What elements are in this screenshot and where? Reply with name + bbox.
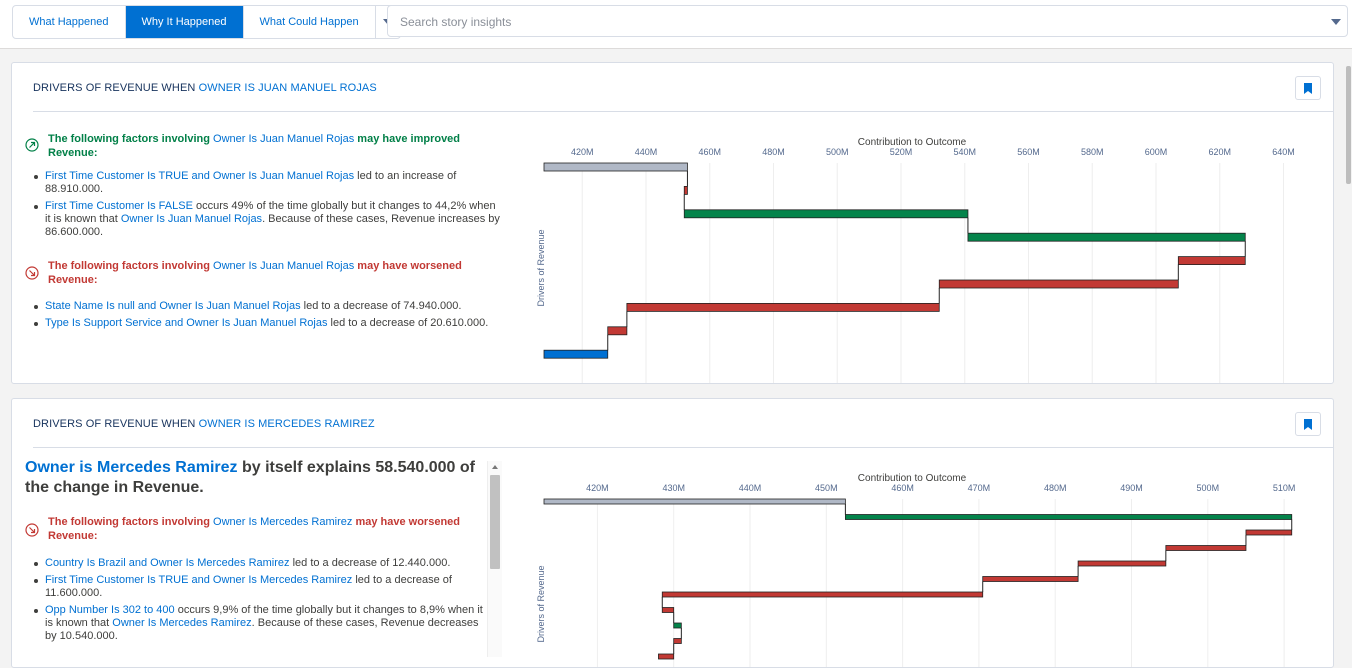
- card-title-highlight[interactable]: OWNER IS MERCEDES RAMIREZ: [199, 418, 375, 430]
- tick-label: 440M: [739, 483, 762, 493]
- waterfall-bar[interactable]: [683, 186, 688, 195]
- waterfall-bar[interactable]: [661, 607, 675, 613]
- waterfall-bar[interactable]: [1165, 545, 1247, 551]
- list-item: First Time Customer Is TRUE and Owner Is…: [34, 170, 500, 196]
- worsened-factors-heading: The following factors involving Owner Is…: [48, 260, 462, 286]
- list-item: First Time Customer Is TRUE and Owner Is…: [34, 574, 492, 600]
- tick-label: 460M: [891, 483, 914, 493]
- trend-down-icon: [25, 266, 39, 280]
- list-item: Opp Number Is 302 to 400 occurs 9,9% of …: [34, 604, 492, 643]
- search-input[interactable]: [398, 14, 1302, 30]
- waterfall-chart: Contribution to OutcomeDrivers of Revenu…: [536, 137, 1295, 383]
- tick-label: 510M: [1273, 483, 1296, 493]
- list-item: Type Is Support Service and Owner Is Jua…: [34, 317, 500, 330]
- waterfall-bar[interactable]: [1245, 529, 1293, 536]
- card-title: DRIVERS OF REVENUE WHEN OWNER IS MERCEDE…: [33, 418, 375, 430]
- waterfall-bar[interactable]: [626, 302, 940, 312]
- waterfall-bar[interactable]: [844, 514, 1293, 520]
- scrollbar-thumb[interactable]: [1346, 66, 1351, 184]
- tick-label: 420M: [586, 483, 609, 493]
- chevron-down-icon[interactable]: [1331, 19, 1341, 25]
- y-axis-label: Drivers of Revenue: [536, 565, 546, 642]
- waterfall-bar[interactable]: [543, 162, 688, 172]
- tick-label: 430M: [662, 483, 685, 493]
- waterfall-bar[interactable]: [982, 576, 1079, 582]
- divider: [33, 111, 1333, 112]
- list-item: Country Is Brazil and Owner Is Mercedes …: [34, 557, 492, 570]
- page-scrollbar[interactable]: [1344, 50, 1352, 654]
- top-toolbar: What Happened Why It Happened What Could…: [0, 0, 1352, 49]
- bookmark-button[interactable]: [1295, 412, 1321, 436]
- bookmark-button[interactable]: [1295, 76, 1321, 100]
- card-title-highlight[interactable]: OWNER IS JUAN MANUEL ROJAS: [199, 82, 377, 94]
- search-box[interactable]: [387, 5, 1348, 37]
- waterfall-bar[interactable]: [1077, 560, 1167, 567]
- waterfall-bar[interactable]: [543, 498, 846, 505]
- tick-label: 520M: [890, 147, 913, 157]
- waterfall-bar[interactable]: [607, 326, 628, 336]
- bookmark-icon: [1304, 83, 1312, 94]
- list-item: First Time Customer Is FALSE occurs 49% …: [34, 200, 500, 238]
- waterfall-bar[interactable]: [683, 209, 969, 219]
- waterfall-bar[interactable]: [673, 622, 682, 629]
- tick-label: 420M: [571, 147, 594, 157]
- tick-label: 640M: [1272, 147, 1295, 157]
- waterfall-bar[interactable]: [661, 591, 984, 598]
- tick-label: 440M: [635, 147, 658, 157]
- tick-label: 500M: [1197, 483, 1220, 493]
- tick-label: 450M: [815, 483, 838, 493]
- bookmark-icon: [1304, 419, 1312, 430]
- tick-label: 560M: [1017, 147, 1040, 157]
- scroll-up-icon[interactable]: [492, 465, 498, 469]
- trend-up-icon: [25, 138, 39, 152]
- waterfall-bar[interactable]: [673, 638, 682, 644]
- list-item: State Name Is null and Owner Is Juan Man…: [34, 300, 500, 313]
- tick-label: 580M: [1081, 147, 1104, 157]
- tab-what-could-happen[interactable]: What Could Happen: [244, 6, 376, 38]
- waterfall-bar[interactable]: [658, 653, 675, 660]
- insight-card-juan-manuel-rojas: DRIVERS OF REVENUE WHEN OWNER IS JUAN MA…: [11, 62, 1334, 384]
- insight-card-mercedes-ramirez: DRIVERS OF REVENUE WHEN OWNER IS MERCEDE…: [11, 398, 1334, 668]
- worsened-factors-list: State Name Is null and Owner Is Juan Man…: [34, 300, 500, 334]
- tick-label: 480M: [1044, 483, 1067, 493]
- worsened-factors-list: Country Is Brazil and Owner Is Mercedes …: [34, 557, 492, 647]
- divider: [33, 447, 1333, 448]
- tick-label: 460M: [698, 147, 721, 157]
- tick-label: 620M: [1208, 147, 1231, 157]
- y-axis-label: Drivers of Revenue: [536, 229, 546, 306]
- tick-label: 600M: [1145, 147, 1168, 157]
- tick-label: 500M: [826, 147, 849, 157]
- waterfall-bar[interactable]: [543, 349, 609, 359]
- improved-factors-list: First Time Customer Is TRUE and Owner Is…: [34, 170, 500, 243]
- tick-label: 540M: [953, 147, 976, 157]
- improved-factors-heading: The following factors involving Owner Is…: [48, 133, 461, 159]
- tick-label: 490M: [1120, 483, 1143, 493]
- story-tabs: What Happened Why It Happened What Could…: [12, 5, 401, 39]
- tick-label: 480M: [762, 147, 785, 157]
- card-title: DRIVERS OF REVENUE WHEN OWNER IS JUAN MA…: [33, 82, 377, 94]
- worsened-factors-heading: The following factors involving Owner Is…: [48, 516, 460, 542]
- tick-label: 470M: [968, 483, 991, 493]
- waterfall-chart: Contribution to OutcomeDrivers of Revenu…: [536, 473, 1296, 667]
- tab-why-it-happened[interactable]: Why It Happened: [125, 6, 244, 38]
- waterfall-bar[interactable]: [938, 279, 1179, 289]
- tab-what-happened[interactable]: What Happened: [13, 6, 126, 38]
- waterfall-bar[interactable]: [967, 232, 1246, 242]
- waterfall-bar[interactable]: [1177, 256, 1246, 266]
- trend-down-icon: [25, 523, 39, 537]
- insight-headline: Owner is Mercedes Ramirez by itself expl…: [25, 459, 475, 496]
